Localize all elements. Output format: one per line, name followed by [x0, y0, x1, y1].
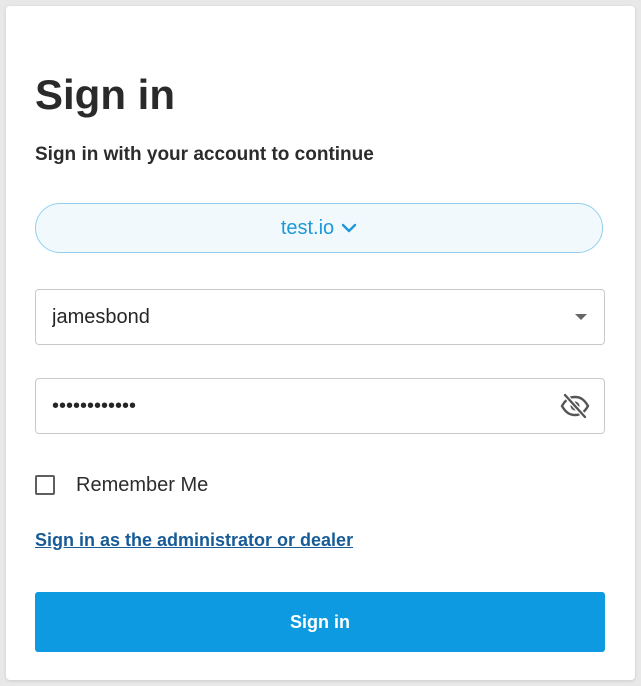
remember-me-option[interactable]: Remember Me [35, 472, 208, 498]
sign-in-button[interactable]: Sign in [35, 592, 605, 652]
eye-off-icon[interactable] [560, 392, 590, 420]
username-field [35, 289, 605, 345]
admin-signin-link[interactable]: Sign in as the administrator or dealer [35, 530, 353, 551]
password-input[interactable] [36, 379, 604, 433]
password-field [35, 378, 605, 434]
tenant-label: test.io [280, 216, 335, 239]
page-title: Sign in [35, 71, 175, 118]
login-card: Sign in Sign in with your account to con… [6, 6, 635, 680]
tenant-selector[interactable]: test.io [35, 203, 603, 253]
page-subtitle: Sign in with your account to continue [35, 144, 374, 165]
dropdown-arrow-icon[interactable] [575, 314, 587, 320]
username-input[interactable] [36, 290, 604, 344]
chevron-down-icon [341, 222, 357, 234]
remember-me-label: Remember Me [76, 473, 209, 496]
remember-me-checkbox[interactable] [35, 475, 55, 495]
